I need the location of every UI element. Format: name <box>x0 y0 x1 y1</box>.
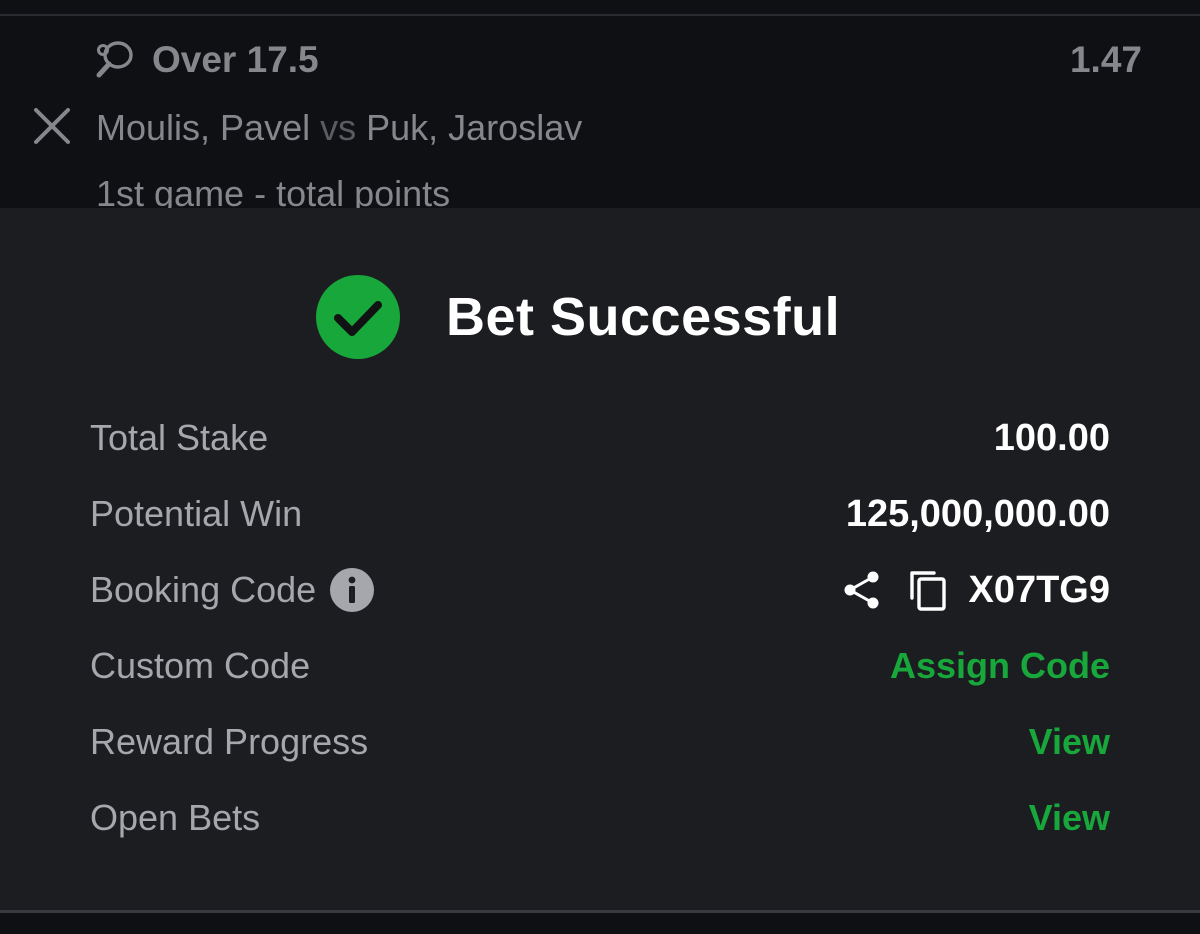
table-tennis-icon <box>96 41 133 78</box>
away-player: Puk, Jaroslav <box>366 107 583 148</box>
total-stake-row: Total Stake 100.00 <box>90 400 1110 476</box>
market-name: Over 17.5 <box>152 39 319 80</box>
booking-code-row: Booking Code X07TG9 <box>90 552 1110 628</box>
divider <box>0 14 1200 16</box>
bet-details: Total Stake 100.00 Potential Win 125,000… <box>90 400 1110 856</box>
reward-progress-row: Reward Progress View <box>90 704 1110 780</box>
booking-code-value: X07TG9 <box>968 568 1110 611</box>
bottom-strip <box>0 913 1200 934</box>
success-header: Bet Successful <box>316 274 840 360</box>
booking-code-label-group: Booking Code <box>90 568 375 612</box>
close-icon[interactable] <box>28 102 76 150</box>
market-description: 1st game - total points <box>96 173 451 208</box>
check-circle-icon <box>316 275 400 359</box>
share-icon[interactable] <box>840 568 884 612</box>
versus-label: vs <box>320 107 357 148</box>
custom-code-row: Custom Code Assign Code <box>90 628 1110 704</box>
odds-value: 1.47 <box>1069 39 1142 80</box>
potential-win-row: Potential Win 125,000,000.00 <box>90 476 1110 552</box>
bet-slip-selection: Over 17.5 1.47 Moulis, Pavel vs Puk, Jar… <box>0 0 1200 208</box>
home-player: Moulis, Pavel <box>96 107 311 148</box>
custom-code-label: Custom Code <box>90 645 311 686</box>
reward-progress-label: Reward Progress <box>90 721 369 762</box>
info-icon[interactable] <box>330 568 375 612</box>
copy-icon[interactable] <box>906 568 950 612</box>
total-stake-value: 100.00 <box>993 416 1110 459</box>
bet-success-panel: Bet Successful Total Stake 100.00 Potent… <box>0 208 1200 910</box>
open-bets-view-link[interactable]: View <box>1029 797 1110 839</box>
assign-code-link[interactable]: Assign Code <box>890 645 1110 687</box>
booking-code-label: Booking Code <box>90 569 317 610</box>
booking-code-value-group: X07TG9 <box>840 568 1110 612</box>
success-title: Bet Successful <box>446 287 841 347</box>
potential-win-value: 125,000,000.00 <box>845 492 1110 535</box>
match-name: Moulis, Pavel vs Puk, Jaroslav <box>96 104 582 152</box>
potential-win-label: Potential Win <box>90 493 303 534</box>
open-bets-row: Open Bets View <box>90 780 1110 856</box>
total-stake-label: Total Stake <box>90 417 269 458</box>
bet-confirmation-screen: Over 17.5 1.47 Moulis, Pavel vs Puk, Jar… <box>0 0 1200 934</box>
open-bets-label: Open Bets <box>90 797 261 838</box>
reward-progress-view-link[interactable]: View <box>1029 721 1110 763</box>
